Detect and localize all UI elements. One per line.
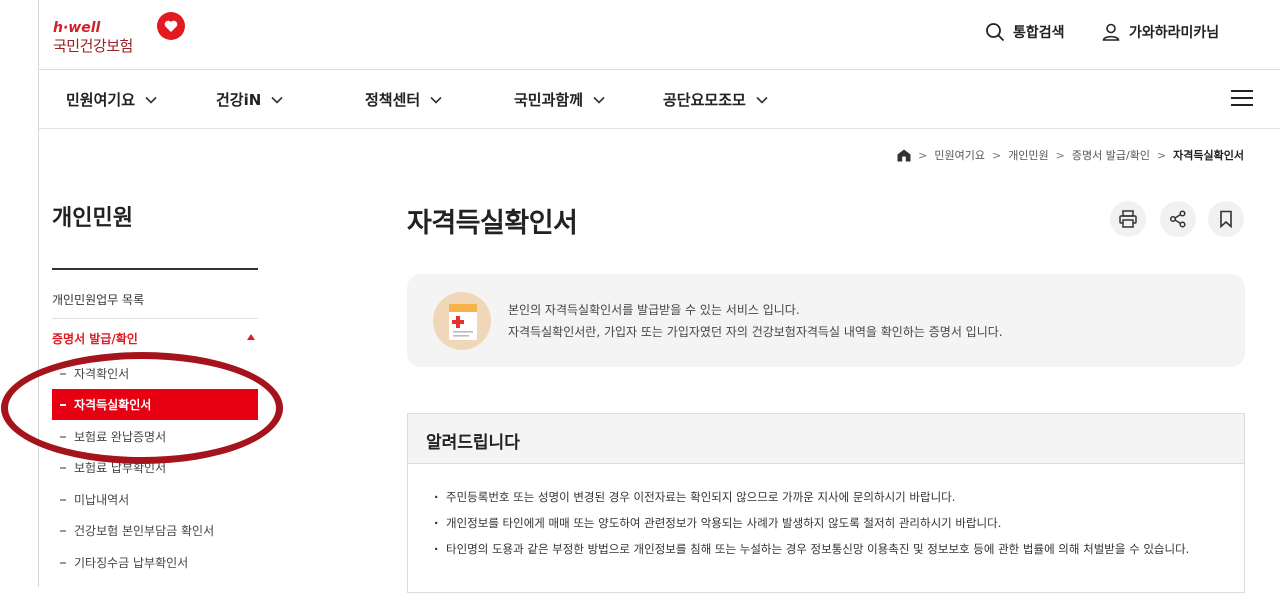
sidebar-subitem[interactable]: 보험료 납부확인서 <box>52 452 258 483</box>
sidebar-subitem-label: 건강보험 본인부담금 확인서 <box>74 524 215 538</box>
chevron-down-icon <box>756 96 768 104</box>
breadcrumb-separator: > <box>1055 148 1065 162</box>
share-button[interactable] <box>1160 201 1196 237</box>
bookmark-icon <box>1220 210 1232 228</box>
sidebar-divider <box>52 318 258 319</box>
breadcrumb-current: 자격득실확인서 <box>1173 149 1244 162</box>
breadcrumb-item[interactable]: 민원여기요 <box>934 147 985 163</box>
dash-icon <box>60 498 66 501</box>
hamburger-menu-icon[interactable] <box>1231 89 1253 107</box>
share-icon <box>1169 210 1186 228</box>
dash-icon <box>60 372 66 375</box>
header: h·well 국민건강보험 통합검색 가와하라미카님 <box>39 0 1280 70</box>
sidebar-subitem-active[interactable]: 자격득실확인서 <box>52 389 258 420</box>
breadcrumb: > 민원여기요 > 개인민원 > 증명서 발급/확인 > 자격득실확인서 <box>897 147 1244 163</box>
dash-icon <box>60 435 66 438</box>
breadcrumb-separator: > <box>991 148 1002 162</box>
intro-line: 자격득실확인서란, 가입자 또는 가입자였던 자의 건강보험자격득실 내역을 확… <box>508 325 1003 339</box>
gnb-item-civil[interactable]: 민원여기요 <box>66 89 157 110</box>
sidebar-subitem-label: 미납내역서 <box>74 493 130 507</box>
bookmark-button[interactable] <box>1208 201 1244 237</box>
heart-logo-icon <box>157 12 185 40</box>
breadcrumb-separator: > <box>918 148 928 162</box>
sidebar-subitem[interactable]: 건강보험 본인부담금 확인서 <box>52 515 258 546</box>
print-icon <box>1119 210 1137 228</box>
home-icon[interactable] <box>897 149 911 162</box>
search-label: 통합검색 <box>1013 25 1065 41</box>
chevron-down-icon <box>430 96 442 104</box>
logo-name: 국민건강보험 <box>53 37 133 55</box>
gnb-item-together[interactable]: 국민과함께 <box>514 89 605 110</box>
sidebar-subitem-label: 보험료 납부확인서 <box>74 461 167 475</box>
sidebar-subitem[interactable]: 자격확인서 <box>52 358 258 389</box>
sidebar-title-divider <box>52 268 258 270</box>
sidebar-subitem-label: 보험료 완납증명서 <box>74 430 167 444</box>
gnb-item-policy[interactable]: 정책센터 <box>365 89 442 110</box>
intro-line: 본인의 자격득실확인서를 발급받을 수 있는 서비스 입니다. <box>508 303 800 317</box>
dash-icon <box>60 466 66 469</box>
page-frame: h·well 국민건강보험 통합검색 가와하라미카님 민원여기요 건강iN 정책… <box>1 0 1280 593</box>
site-logo[interactable]: h·well 국민건강보험 <box>53 12 193 58</box>
search-icon <box>986 23 1005 42</box>
service-intro-text: 본인의 자격득실확인서를 발급받을 수 있는 서비스 입니다. 자격득실확인서란… <box>508 299 1003 343</box>
integrated-search-button[interactable]: 통합검색 <box>985 20 1065 44</box>
sidebar-group-label: 증명서 발급/확인 <box>52 332 138 346</box>
logo-slogan: h·well <box>53 20 101 36</box>
dash-icon <box>60 561 66 564</box>
sidebar-subitem[interactable]: 보험료 완납증명서 <box>52 421 258 452</box>
caret-up-icon <box>247 334 255 340</box>
breadcrumb-item[interactable]: 개인민원 <box>1008 147 1048 163</box>
breadcrumb-item[interactable]: 증명서 발급/확인 <box>1072 147 1150 163</box>
breadcrumb-separator: > <box>1156 148 1167 162</box>
chevron-down-icon <box>145 96 157 104</box>
sidebar-title: 개인민원 <box>52 206 133 231</box>
notice-box: 알려드립니다 주민등록번호 또는 성명이 변경된 경우 이전자료는 확인되지 않… <box>407 413 1245 593</box>
print-button[interactable] <box>1110 201 1146 237</box>
gnb-item-health-in[interactable]: 건강iN <box>216 89 283 110</box>
notice-item: 개인정보를 타인에게 매매 또는 양도하여 관련정보가 악용되는 사례가 발생하… <box>434 514 1224 533</box>
page-title: 자격득실확인서 <box>407 208 578 239</box>
service-intro-box: 본인의 자격득실확인서를 발급받을 수 있는 서비스 입니다. 자격득실확인서란… <box>407 274 1245 367</box>
gnb-item-about[interactable]: 공단요모조모 <box>663 89 768 110</box>
gnb-item-label: 공단요모조모 <box>663 91 746 109</box>
gnb-item-label: 민원여기요 <box>66 91 136 109</box>
gnb-item-label: 정책센터 <box>365 91 421 109</box>
sidebar-subitem-label: 자격확인서 <box>74 367 130 381</box>
notice-item: 타인명의 도용과 같은 부정한 방법으로 개인정보를 침해 또는 누설하는 경우… <box>434 540 1224 559</box>
sidebar-item-list[interactable]: 개인민원업무 목록 <box>52 291 144 308</box>
chevron-down-icon <box>271 96 283 104</box>
dash-icon <box>60 403 66 406</box>
sidebar-subitem[interactable]: 미납내역서 <box>52 484 258 515</box>
user-icon <box>1102 23 1120 41</box>
notice-list: 주민등록번호 또는 성명이 변경된 경우 이전자료는 확인되지 않으므로 가까운… <box>434 488 1224 566</box>
notice-title: 알려드립니다 <box>408 414 1244 464</box>
user-menu-button[interactable]: 가와하라미카님 <box>1101 20 1219 44</box>
sidebar-group-certificate[interactable]: 증명서 발급/확인 <box>52 330 258 347</box>
sidebar-subitem-label: 기타징수금 납부확인서 <box>74 556 189 570</box>
user-name: 가와하라미카님 <box>1129 25 1220 41</box>
gnb-item-label: 국민과함께 <box>514 91 584 109</box>
chevron-down-icon <box>593 96 605 104</box>
gnb-item-label: 건강iN <box>216 91 262 109</box>
sidebar-subitem-label: 자격득실확인서 <box>74 398 152 412</box>
global-navigation: 민원여기요 건강iN 정책센터 국민과함께 공단요모조모 <box>39 71 1280 129</box>
sidebar-subitem[interactable]: 기타징수금 납부확인서 <box>52 547 258 578</box>
document-icon <box>433 292 491 350</box>
notice-item: 주민등록번호 또는 성명이 변경된 경우 이전자료는 확인되지 않으므로 가까운… <box>434 488 1224 507</box>
dash-icon <box>60 529 66 532</box>
